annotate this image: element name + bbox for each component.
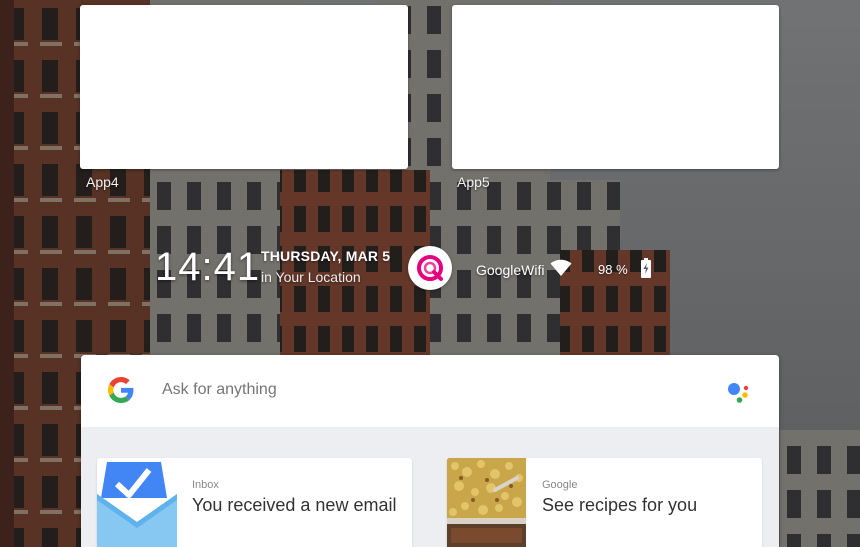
feed-title-recipes: See recipes for you xyxy=(542,495,698,515)
clock-time[interactable]: 14:41 xyxy=(155,244,260,290)
clock-location: in Your Location xyxy=(261,269,361,285)
feed-source-google: Google xyxy=(542,479,578,491)
battery-charging-icon[interactable] xyxy=(640,258,652,278)
wifi-icon[interactable] xyxy=(550,259,572,277)
wifi-name: GoogleWifi xyxy=(476,262,545,278)
app-label-app4: App4 xyxy=(86,174,119,190)
feed-source-inbox: Inbox xyxy=(192,479,219,491)
inbox-envelope-icon xyxy=(97,458,177,547)
feed-title-inbox: You received a new email xyxy=(192,495,397,515)
google-g-icon[interactable] xyxy=(108,377,134,403)
assistant-icon[interactable] xyxy=(725,379,751,405)
q-app-icon xyxy=(417,255,443,281)
search-bar[interactable] xyxy=(81,355,779,427)
q-app-button[interactable] xyxy=(408,246,452,290)
app-label-app5: App5 xyxy=(457,174,490,190)
food-thumbnail xyxy=(447,458,526,547)
google-now-card: Inbox You received a new email Google xyxy=(81,355,779,547)
search-input[interactable] xyxy=(162,381,662,399)
feed-card-recipes[interactable]: Google See recipes for you xyxy=(447,458,762,547)
battery-percent: 98 % xyxy=(598,262,628,277)
app-tile-app5[interactable] xyxy=(452,5,779,169)
feed-card-inbox[interactable]: Inbox You received a new email xyxy=(97,458,412,547)
app-tile-app4[interactable] xyxy=(80,5,408,169)
clock-date: THURSDAY, MAR 5 xyxy=(261,248,391,264)
